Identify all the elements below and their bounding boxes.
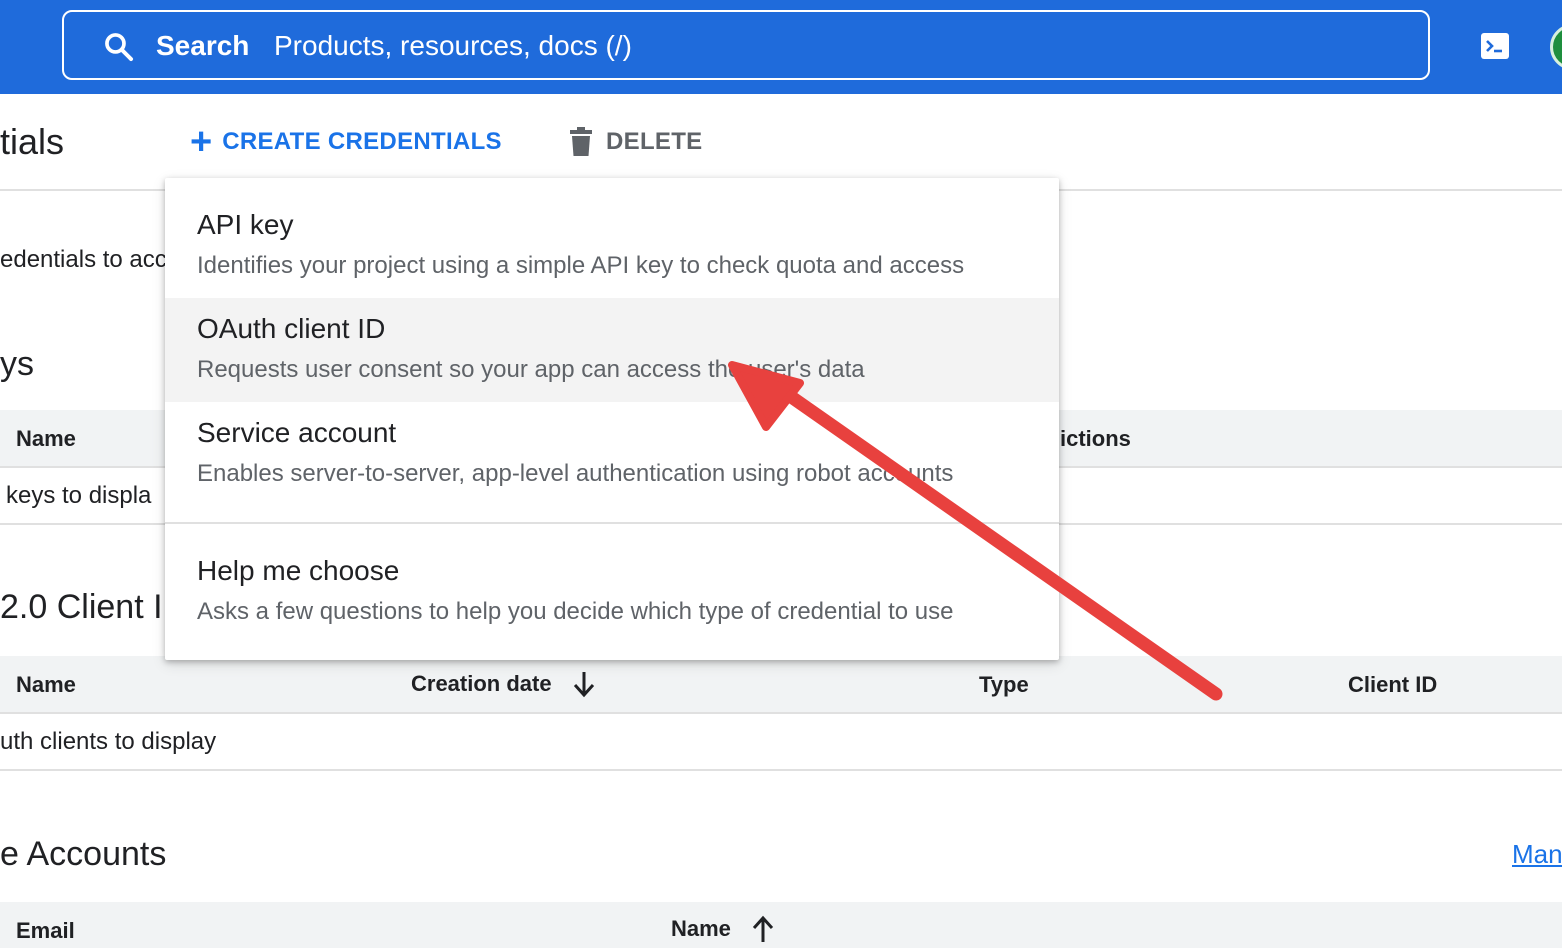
oauth-col-name: Name: [16, 672, 76, 697]
arrow-down-icon: [573, 672, 594, 698]
oauth-col-client-id: Client ID: [1348, 672, 1438, 697]
service-accounts-col-name[interactable]: Name: [671, 914, 777, 944]
search-icon: [105, 33, 134, 62]
create-credentials-button[interactable]: + CREATE CREDENTIALS: [190, 121, 502, 163]
api-keys-col-restrictions: ictions: [1060, 426, 1131, 451]
oauth-col-type: Type: [979, 672, 1029, 697]
table-divider: [0, 769, 1562, 771]
menu-item-title: OAuth client ID: [197, 313, 386, 344]
api-keys-col-name: Name: [16, 426, 76, 451]
menu-item-description: Asks a few questions to help you decide …: [197, 598, 954, 625]
oauth-table-header: [0, 656, 1562, 712]
arrow-up-icon: [752, 915, 774, 942]
menu-item-title: API key: [197, 209, 294, 240]
menu-item-title: Help me choose: [197, 555, 400, 586]
oauth-col-creation-date[interactable]: Creation date: [411, 669, 598, 699]
menu-item-service-account[interactable]: Service account Enables server-to-server…: [165, 402, 1059, 522]
menu-item-help-me-choose[interactable]: Help me choose Asks a few questions to h…: [165, 524, 1059, 660]
service-accounts-col-email: Email: [16, 918, 75, 943]
menu-item-title: Service account: [197, 417, 397, 448]
account-avatar[interactable]: [1550, 24, 1562, 70]
page-title: tials: [0, 121, 65, 162]
menu-item-oauth-client-id[interactable]: OAuth client ID Requests user consent so…: [165, 298, 1059, 402]
create-credentials-menu: API key Identifies your project using a …: [165, 178, 1059, 660]
search-label: Search: [156, 30, 250, 61]
intro-text: edentials to acc: [0, 246, 167, 273]
menu-item-description: Requests user consent so your app can ac…: [197, 356, 865, 383]
table-divider: [0, 712, 1562, 714]
delete-button[interactable]: DELETE: [568, 124, 702, 160]
top-bar: Search Products, resources, docs (/): [0, 0, 1562, 94]
delete-label: DELETE: [606, 128, 703, 155]
api-keys-empty-text: keys to displa: [6, 482, 152, 509]
api-keys-heading: ys: [0, 345, 34, 383]
service-accounts-heading: e Accounts: [0, 835, 167, 873]
search-placeholder[interactable]: Products, resources, docs (/): [274, 29, 632, 63]
manage-service-accounts-link[interactable]: Man: [1512, 838, 1562, 870]
name-column-label: Name: [671, 916, 731, 941]
oauth-empty-text: uth clients to display: [0, 728, 217, 755]
service-accounts-table-header: [0, 902, 1562, 948]
creation-date-label: Creation date: [411, 671, 552, 696]
search-bar[interactable]: Search Products, resources, docs (/): [62, 10, 1430, 80]
trash-icon: [570, 127, 592, 156]
menu-item-description: Identifies your project using a simple A…: [197, 252, 965, 279]
plus-icon: +: [190, 121, 213, 163]
cloud-shell-icon[interactable]: [1480, 32, 1510, 60]
oauth-heading: 2.0 Client I: [0, 588, 163, 626]
create-credentials-label: CREATE CREDENTIALS: [222, 128, 502, 155]
menu-item-api-key[interactable]: API key Identifies your project using a …: [165, 178, 1059, 298]
menu-item-description: Enables server-to-server, app-level auth…: [197, 460, 954, 487]
